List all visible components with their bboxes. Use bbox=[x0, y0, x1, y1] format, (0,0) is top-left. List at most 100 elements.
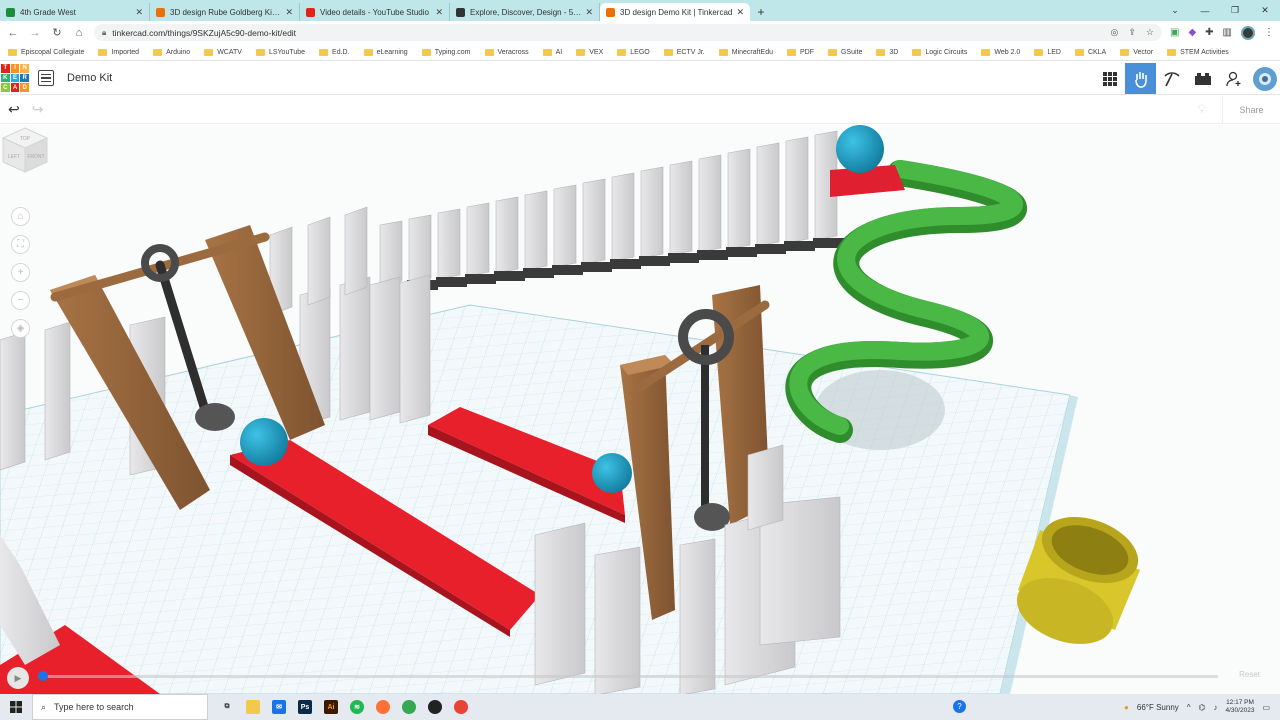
bookmark-star-icon[interactable]: ☆ bbox=[1146, 27, 1154, 38]
play-button[interactable]: ▶ bbox=[7, 667, 29, 689]
chevron-down-icon[interactable]: ⌄ bbox=[1160, 0, 1190, 21]
close-tab-icon[interactable]: ✕ bbox=[135, 7, 143, 18]
taskbar-search[interactable]: ⌕ Type here to search bbox=[32, 694, 208, 720]
bookmark-item[interactable]: CKLA bbox=[1074, 48, 1106, 56]
help-icon[interactable]: ? bbox=[953, 700, 966, 713]
bookmark-item[interactable]: Ed.D. bbox=[319, 48, 350, 56]
sim-timeline[interactable] bbox=[38, 675, 1218, 678]
firefox-icon[interactable] bbox=[376, 700, 390, 714]
chrome-icon[interactable] bbox=[402, 700, 416, 714]
bookmark-item[interactable]: Web 2.0 bbox=[981, 48, 1020, 56]
bookmark-item[interactable]: VEX bbox=[576, 48, 603, 56]
domino bbox=[344, 206, 368, 296]
design-menu-icon[interactable] bbox=[38, 70, 54, 86]
weather-text[interactable]: 66°F Sunny bbox=[1137, 703, 1179, 712]
bookmark-item[interactable]: Typing.com bbox=[421, 48, 471, 56]
view-cube[interactable]: TOP LEFT FRONT bbox=[0, 125, 50, 175]
mail-icon[interactable]: ✉ bbox=[272, 700, 286, 714]
bookmark-item[interactable]: Episcopal Collegiate bbox=[8, 48, 84, 56]
omnibox[interactable]: 🔒︎ tinkercad.com/things/9SKZujA5c90-demo… bbox=[94, 24, 1162, 41]
minimize-icon[interactable]: — bbox=[1190, 0, 1220, 21]
illustrator-icon[interactable]: Ai bbox=[324, 700, 338, 714]
share-page-icon[interactable]: ⇪ bbox=[1128, 27, 1136, 38]
google-lens-icon[interactable]: ◎ bbox=[1111, 27, 1119, 38]
extensions-puzzle-icon[interactable]: ✚ bbox=[1205, 27, 1213, 38]
profile-avatar[interactable] bbox=[1241, 25, 1255, 40]
new-tab-icon[interactable]: + bbox=[750, 3, 772, 21]
chrome-active-icon[interactable] bbox=[454, 700, 468, 714]
sim-lab-button[interactable] bbox=[1125, 63, 1156, 94]
timeline-handle[interactable] bbox=[38, 671, 48, 681]
design-name[interactable]: Demo Kit bbox=[67, 72, 112, 84]
undo-icon[interactable]: ↩ bbox=[8, 101, 20, 118]
user-avatar[interactable] bbox=[1249, 63, 1280, 94]
tray-overflow-icon[interactable]: ^ bbox=[1187, 703, 1191, 712]
bookmark-item[interactable]: Veracross bbox=[484, 48, 529, 56]
windows-start-icon[interactable] bbox=[0, 694, 32, 720]
bookmark-item[interactable]: LED bbox=[1034, 48, 1061, 56]
weather-icon[interactable]: ● bbox=[1124, 703, 1129, 712]
side-panel-icon[interactable]: ▥ bbox=[1223, 27, 1232, 38]
fit-view-icon[interactable]: ⛶ bbox=[11, 235, 30, 254]
bookmark-item[interactable]: ECTV Jr. bbox=[663, 48, 705, 56]
bookmark-item[interactable]: WCATV bbox=[204, 48, 242, 56]
network-icon[interactable]: ⌬ bbox=[1199, 703, 1206, 712]
grid-view-button[interactable] bbox=[1094, 63, 1125, 94]
bookmark-item[interactable]: AI bbox=[542, 48, 562, 56]
perspective-icon[interactable]: ◈ bbox=[11, 319, 30, 338]
close-tab-icon[interactable]: ✕ bbox=[285, 7, 293, 18]
bookmark-item[interactable]: 3D bbox=[876, 48, 898, 56]
share-button[interactable]: Share bbox=[1222, 96, 1280, 124]
tab-demo-kit[interactable]: 3D design Demo Kit | Tinkercad ✕ bbox=[600, 3, 750, 21]
task-view-icon[interactable]: ⧉ bbox=[220, 700, 234, 714]
bookmark-item[interactable]: Vector bbox=[1120, 48, 1153, 56]
url-text[interactable]: tinkercad.com/things/9SKZujA5c90-demo-ki… bbox=[112, 28, 1104, 38]
back-arrow-icon[interactable]: ← bbox=[6, 26, 20, 40]
bricks-button[interactable] bbox=[1187, 63, 1218, 94]
bookmark-item[interactable]: STEM Activities bbox=[1167, 48, 1229, 56]
reset-button[interactable]: Reset bbox=[1239, 670, 1260, 679]
reload-icon[interactable]: ↻ bbox=[50, 26, 64, 40]
obs-icon[interactable] bbox=[428, 700, 442, 714]
bookmark-item[interactable]: GSuite bbox=[827, 48, 862, 56]
notifications-icon[interactable]: ▭ bbox=[1262, 703, 1270, 712]
bookmark-item[interactable]: LEGO bbox=[617, 48, 650, 56]
clock[interactable]: 12:17 PM 4/30/2023 bbox=[1226, 699, 1255, 715]
blocks-button[interactable] bbox=[1156, 63, 1187, 94]
forward-arrow-icon[interactable]: → bbox=[28, 26, 42, 40]
spotify-icon[interactable]: ≋ bbox=[350, 700, 364, 714]
add-user-button[interactable] bbox=[1218, 63, 1249, 94]
tab-youtube-studio[interactable]: Video details - YouTube Studio ✕ bbox=[300, 3, 450, 21]
tab-explore-discover[interactable]: Explore, Discover, Design - 5th G ✕ bbox=[450, 3, 600, 21]
lock-icon[interactable]: 🔒︎ bbox=[102, 28, 106, 38]
extension-icon[interactable]: ▣ bbox=[1170, 27, 1179, 38]
close-tab-icon[interactable]: ✕ bbox=[736, 7, 744, 18]
bookmark-item[interactable]: PDF bbox=[786, 48, 814, 56]
tab-rube-goldberg-kit[interactable]: 3D design Rube Goldberg Kit | Ti ✕ bbox=[150, 3, 300, 21]
bookmark-item[interactable]: Arduino bbox=[153, 48, 190, 56]
bookmark-label: MinecraftEdu bbox=[731, 48, 773, 56]
maximize-icon[interactable]: ❐ bbox=[1220, 0, 1250, 21]
bookmark-item[interactable]: MinecraftEdu bbox=[718, 48, 773, 56]
bookmark-item[interactable]: LSYouTube bbox=[255, 48, 305, 56]
workplane-canvas[interactable]: TOP LEFT FRONT ⌂ ⛶ + − ◈ ▶ Reset bbox=[0, 125, 1280, 694]
home-view-icon[interactable]: ⌂ bbox=[11, 207, 30, 226]
close-window-icon[interactable]: ✕ bbox=[1250, 0, 1280, 21]
home-icon[interactable]: ⌂ bbox=[72, 26, 86, 40]
zoom-in-icon[interactable]: + bbox=[11, 263, 30, 282]
lightbulb-icon[interactable]: 💡︎ bbox=[1198, 102, 1206, 117]
tinkercad-logo[interactable]: TIN KER CAD bbox=[1, 64, 29, 92]
zoom-out-icon[interactable]: − bbox=[11, 291, 30, 310]
close-tab-icon[interactable]: ✕ bbox=[435, 7, 443, 18]
volume-icon[interactable]: ♪ bbox=[1214, 703, 1218, 712]
photoshop-icon[interactable]: Ps bbox=[298, 700, 312, 714]
extension-icon[interactable]: ◆ bbox=[1188, 27, 1196, 38]
bookmark-item[interactable]: eLearning bbox=[363, 48, 408, 56]
file-explorer-icon[interactable] bbox=[246, 700, 260, 714]
more-menu-icon[interactable]: ⋮ bbox=[1264, 27, 1274, 38]
tab-4th-grade-west[interactable]: 4th Grade West ✕ bbox=[0, 3, 150, 21]
bookmark-item[interactable]: Logic Circuits bbox=[912, 48, 967, 56]
redo-icon[interactable]: ↪ bbox=[32, 101, 44, 118]
close-tab-icon[interactable]: ✕ bbox=[585, 7, 593, 18]
bookmark-item[interactable]: Imported bbox=[98, 48, 139, 56]
